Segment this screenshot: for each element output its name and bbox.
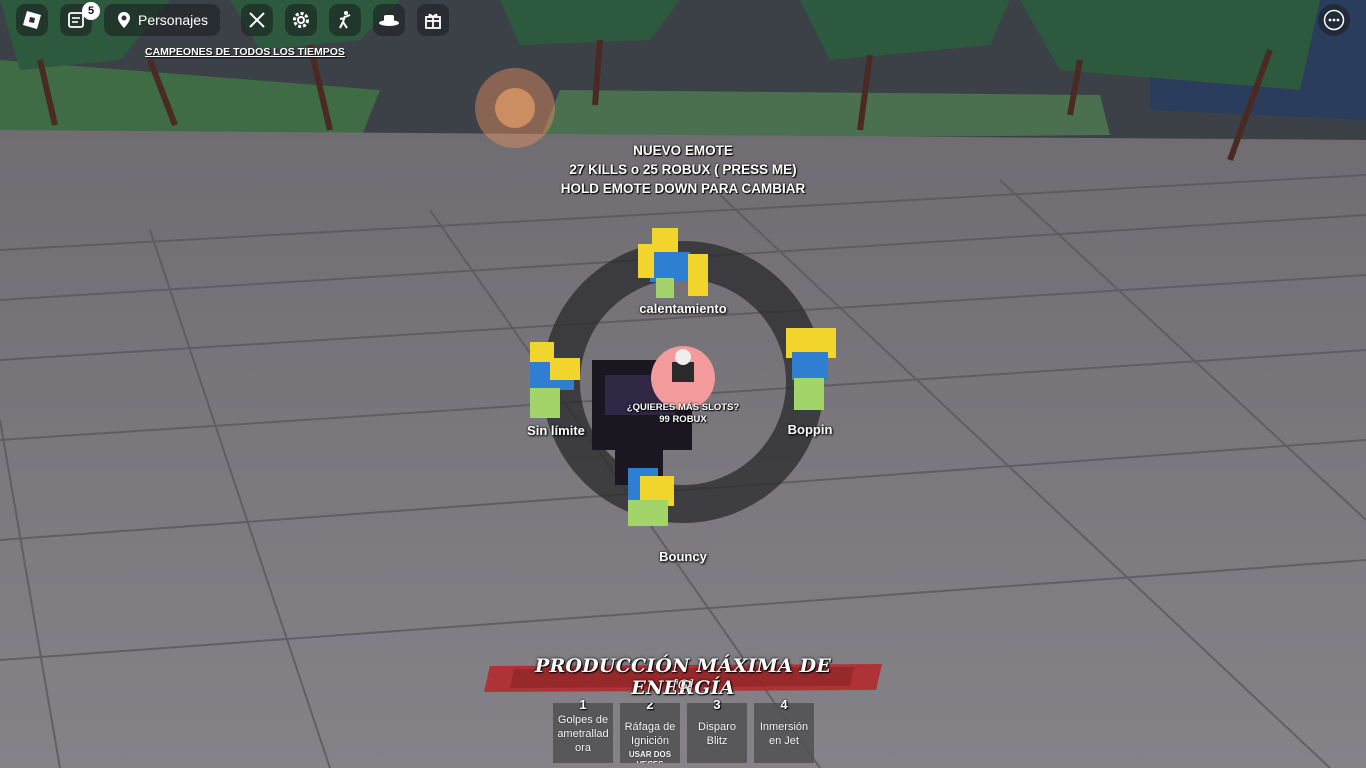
ellipsis-icon — [1323, 9, 1345, 31]
gift-icon — [425, 13, 441, 29]
chat-unread-badge: 5 — [82, 2, 100, 20]
emote-notice-line3: HOLD EMOTE DOWN PARA CAMBIAR — [560, 181, 806, 196]
emote-notice-line2: 27 KILLS o 25 ROBUX ( PRESS ME) — [569, 162, 797, 177]
ability-key: 1 — [579, 697, 587, 712]
emote-notice-line1: NUEVO EMOTE — [633, 143, 733, 158]
emote-slot-calentamiento[interactable]: calentamiento — [639, 301, 726, 316]
more-options-button[interactable] — [1318, 4, 1350, 36]
hat-shop-button[interactable] — [373, 4, 405, 36]
ultimate-key: [G] — [672, 678, 694, 693]
ability-name: Inmersión en Jet — [759, 721, 809, 747]
crossed-swords-icon — [249, 12, 265, 28]
emote-slot-sin-limite[interactable]: Sin límite — [527, 423, 585, 438]
roblox-menu-button[interactable] — [16, 4, 48, 36]
chat-button[interactable]: 5 — [60, 2, 100, 36]
buy-slots-price: 99 ROBUX — [659, 414, 707, 425]
new-emote-notice[interactable]: NUEVO EMOTE 27 KILLS o 25 ROBUX ( PRESS … — [0, 141, 1366, 198]
emote-slot-boppin[interactable]: Boppin — [788, 422, 833, 437]
game-world — [0, 0, 1366, 768]
roblox-logo-icon — [23, 11, 41, 29]
ability-slot-4[interactable]: 4 Inmersión en Jet — [754, 697, 814, 763]
emotes-button[interactable] — [329, 4, 361, 36]
gear-icon — [293, 12, 309, 28]
location-pin-icon — [118, 12, 130, 28]
ability-note: USAR DOS VECES — [628, 750, 672, 763]
characters-button[interactable]: Personajes — [104, 4, 221, 36]
ability-name: Disparo Blitz — [698, 721, 736, 747]
characters-label: Personajes — [138, 12, 209, 28]
emote-slot-bouncy[interactable]: Bouncy — [659, 549, 707, 564]
ability-key: 4 — [780, 697, 788, 712]
ability-slot-1[interactable]: 1 Golpes de ametrallad ora — [553, 697, 613, 763]
buy-slots-button[interactable]: ¿QUIERES MÁS SLOTS? 99 ROBUX — [627, 402, 739, 426]
ability-name: Ráfaga de Ignición — [624, 721, 676, 747]
hat-icon — [379, 15, 399, 26]
dancing-figure-icon — [339, 11, 351, 29]
ability-key: 2 — [646, 703, 654, 712]
battle-button[interactable] — [241, 4, 273, 36]
settings-button[interactable] — [285, 4, 317, 36]
ability-slot-2[interactable]: 2 Ráfaga de Ignición USAR DOS VECES — [620, 703, 680, 763]
ability-name: Golpes de ametrallad ora — [557, 714, 609, 754]
leaderboard-title: CAMPEONES DE TODOS LOS TIEMPOS — [145, 46, 345, 58]
ability-key: 3 — [713, 697, 721, 712]
gift-button[interactable] — [417, 4, 449, 36]
buy-slots-label: ¿QUIERES MÁS SLOTS? — [626, 402, 740, 413]
ability-slot-3[interactable]: 3 Disparo Blitz — [687, 697, 747, 763]
